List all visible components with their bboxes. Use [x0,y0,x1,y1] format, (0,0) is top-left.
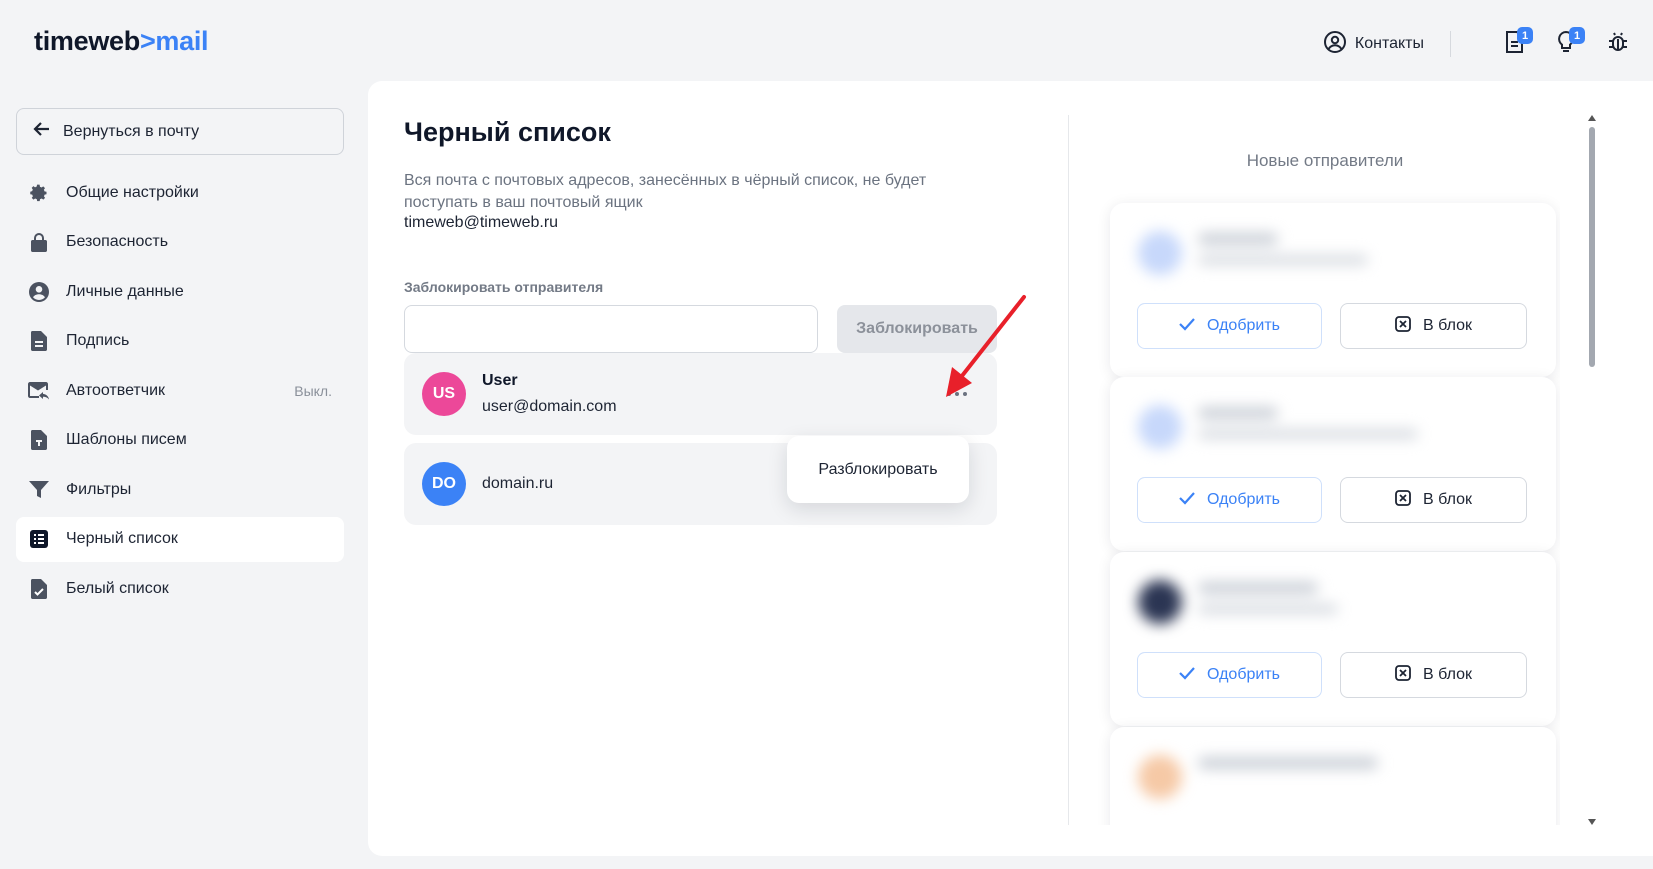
check-icon [1179,491,1195,510]
scroll-up-arrow[interactable] [1588,115,1596,121]
blurred-sender-info [1134,574,1394,634]
contacts-button[interactable]: Контакты [1323,30,1424,59]
block-label: В блок [1423,666,1472,683]
scrollbar[interactable] [1586,115,1598,825]
sender-card [1110,727,1556,825]
gear-icon [28,182,50,204]
new-senders-title: Новые отправители [1246,151,1404,170]
new-senders-panel: Новые отправители Одобрить В блок Одобри… [1090,115,1560,825]
template-document-icon [28,429,50,451]
blurred-sender-info [1134,399,1418,459]
approve-label: Одобрить [1207,491,1280,508]
check-document-icon [28,578,50,600]
blurred-sender-info [1134,749,1394,809]
lightbulb-icon-button[interactable]: 1 [1551,27,1585,59]
entry-text: domain.ru [482,475,553,493]
bug-icon-button[interactable] [1603,29,1633,59]
lock-icon [28,231,50,253]
user-circle-icon [28,281,50,303]
settings-nav: Общие настройки Безопасность Личные данн… [16,170,344,616]
approve-label: Одобрить [1207,666,1280,683]
notification-badge: 1 [1517,27,1533,44]
document-icon-button[interactable]: 1 [1499,27,1533,59]
sidebar-item-whitelist[interactable]: Белый список [16,566,344,611]
logo[interactable]: timeweb>mail [34,26,209,57]
sidebar-item-blacklist[interactable]: Черный список [16,516,344,562]
sender-card: Одобрить В блок [1110,552,1556,726]
block-label: В блок [1423,317,1472,334]
sidebar-item-label: Белый список [66,579,169,597]
sidebar-item-label: Шаблоны писем [66,431,187,448]
entry-text: User user@domain.com [482,372,617,416]
page-title: Черный список [404,117,611,147]
annotation-arrow [946,295,1026,397]
block-sender-button[interactable]: В блок [1340,477,1527,523]
topbar-divider [1450,31,1451,57]
contacts-label: Контакты [1354,35,1424,52]
sidebar-item-personal-data[interactable]: Личные данные [16,269,344,314]
scroll-thumb[interactable] [1589,127,1595,367]
account-email: timeweb@timeweb.ru [404,214,559,231]
close-box-icon [1395,315,1411,337]
notification-badge: 1 [1569,27,1585,44]
sidebar-item-filters[interactable]: Фильтры [16,467,344,512]
back-to-mail-button[interactable]: Вернуться в почту [16,108,344,155]
avatar: US [422,372,466,416]
approve-button[interactable]: Одобрить [1137,652,1322,698]
block-sender-input[interactable] [404,305,818,353]
signature-document-icon [28,330,50,352]
entry-name: User [482,372,518,389]
main-panel: Черный список Вся почта с почтовых адрес… [368,81,1653,856]
block-sender-button[interactable]: В блок [1340,652,1527,698]
sidebar-item-label: Черный список [66,530,178,547]
panel-divider [1068,115,1069,825]
approve-label: Одобрить [1207,317,1280,334]
topbar: Контакты 1 1 [1323,27,1633,60]
close-box-icon [1395,664,1411,686]
mail-reply-icon [28,380,50,402]
sidebar-item-label: Личные данные [66,282,184,300]
block-label: В блок [1423,491,1472,508]
sidebar-item-label: Фильтры [66,480,132,498]
sidebar-item-general[interactable]: Общие настройки [16,170,344,215]
sidebar-item-security[interactable]: Безопасность [16,220,344,265]
logo-arrow: > [139,26,156,56]
scroll-down-arrow[interactable] [1588,819,1596,825]
sidebar-item-signature[interactable]: Подпись [16,319,344,364]
unblock-menu-item[interactable]: Разблокировать [787,436,969,503]
avatar: DO [422,462,466,506]
entry-email: domain.ru [482,475,554,492]
logo-timeweb: timeweb [34,26,140,56]
sidebar-item-templates[interactable]: Шаблоны писем [16,418,344,463]
entry-email: user@domain.com [482,398,617,415]
close-box-icon [1395,489,1411,511]
logo-mail: mail [155,26,209,56]
blurred-sender-info [1134,225,1394,285]
autoresponder-status: Выкл. [294,382,332,399]
sidebar-item-label: Безопасность [66,233,169,250]
sidebar-item-label: Подпись [66,332,130,349]
block-sender-button[interactable]: В блок [1340,303,1527,349]
arrow-left-icon [33,120,51,143]
sidebar-item-autoresponder[interactable]: Автоответчик Выкл. [16,368,344,413]
back-to-mail-label: Вернуться в почту [63,122,200,140]
filter-icon [28,479,50,501]
approve-button[interactable]: Одобрить [1137,477,1322,523]
user-circle-icon [1323,30,1347,59]
blacklist-description: Вся почта с почтовых адресов, занесённых… [404,172,927,211]
sidebar-item-label: Общие настройки [66,183,199,201]
bug-icon [1606,30,1630,59]
list-icon [28,528,50,550]
blacklist-entry: US User user@domain.com [404,353,997,435]
sender-card: Одобрить В блок [1110,377,1556,551]
sidebar-item-label: Автоответчик [66,381,166,399]
check-icon [1179,666,1195,685]
check-icon [1179,317,1195,336]
sender-card: Одобрить В блок [1110,203,1556,377]
approve-button[interactable]: Одобрить [1137,303,1322,349]
block-sender-label: Заблокировать отправителя [404,279,604,295]
